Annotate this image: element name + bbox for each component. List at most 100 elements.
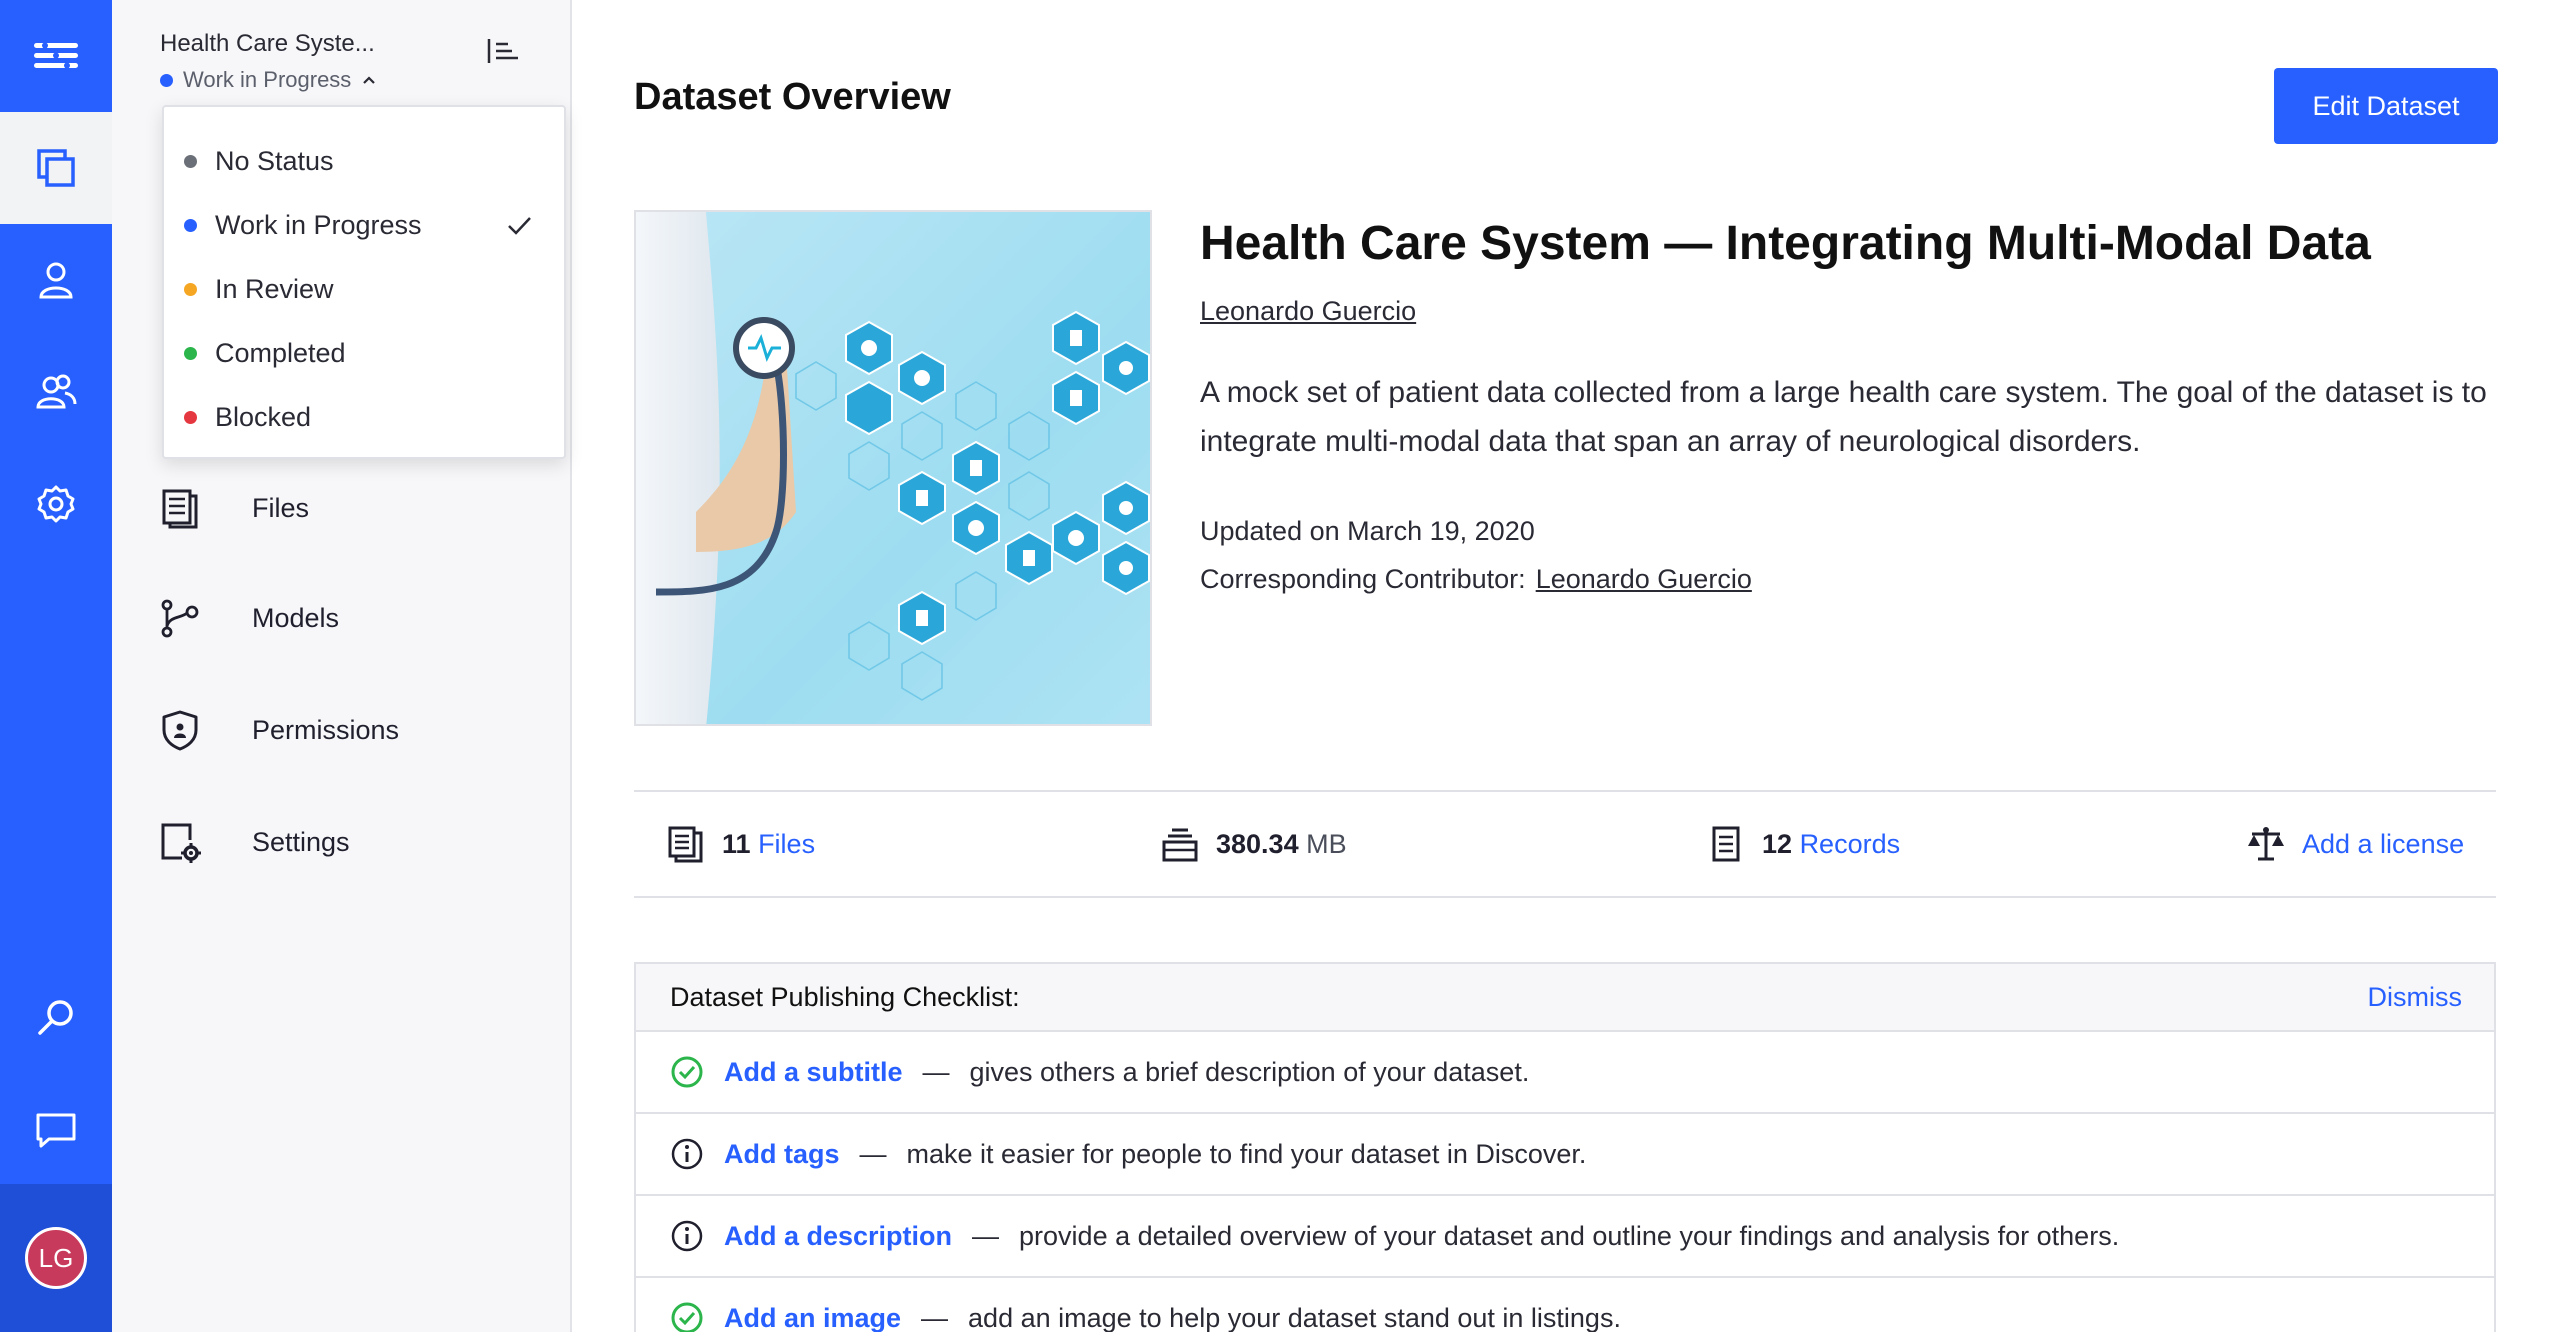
checklist-separator: — <box>921 1302 949 1332</box>
sidebar-item-settings[interactable]: Settings <box>158 812 538 872</box>
checklist-title: Dataset Publishing Checklist: <box>670 981 1020 1012</box>
size-value: 380.34 <box>1216 828 1299 859</box>
updated-date: Updated on March 19, 2020 <box>1200 516 1535 546</box>
dataset-description: A mock set of patient data collected fro… <box>1200 376 2487 458</box>
status-dot <box>184 282 197 296</box>
gear-icon <box>37 485 75 523</box>
add-description-link[interactable]: Add a description <box>724 1221 952 1252</box>
checklist-row: Add a subtitle — gives others a brief de… <box>636 1032 2494 1114</box>
checklist-text: add an image to help your dataset stand … <box>968 1302 1621 1332</box>
page-title: Dataset Overview <box>634 76 951 118</box>
sidebar-item-label: Files <box>252 492 310 523</box>
check-circle-icon <box>671 1056 703 1088</box>
check-circle-icon <box>671 1302 703 1332</box>
stat-files[interactable]: 11 Files <box>666 792 815 896</box>
status-option-no-status[interactable]: No Status <box>184 133 554 189</box>
status-option-label: No Status <box>215 145 334 176</box>
user-avatar[interactable]: LG <box>25 1227 87 1289</box>
status-dot <box>160 73 173 87</box>
checklist-text: make it easier for people to find your d… <box>906 1138 1587 1169</box>
status-option-completed[interactable]: Completed <box>184 325 554 381</box>
checklist-text: gives others a brief description of your… <box>969 1056 1530 1087</box>
logo-grid-icon <box>34 42 78 69</box>
edit-dataset-button[interactable]: Edit Dataset <box>2274 68 2498 144</box>
rail-teams-button[interactable] <box>0 336 112 448</box>
rail-user-area: LG <box>0 1184 112 1332</box>
dataset-banner-image <box>634 210 1152 726</box>
sidebar-item-files[interactable]: Files <box>158 478 538 538</box>
person-icon <box>39 262 73 299</box>
sidebar-dataset-title: Health Care Syste... <box>160 30 375 57</box>
files-icon <box>668 826 703 863</box>
sidebar-item-label: Models <box>252 602 340 633</box>
rail-settings-button[interactable] <box>0 448 112 560</box>
files-label: Files <box>758 828 816 859</box>
app-logo-icon[interactable] <box>0 0 112 112</box>
status-option-label: Blocked <box>215 401 312 432</box>
checklist-row: Add tags — make it easier for people to … <box>636 1114 2494 1196</box>
status-dot <box>184 218 197 232</box>
files-count: 11 <box>722 828 751 859</box>
status-option-label: In Review <box>215 273 334 304</box>
records-icon <box>1712 826 1740 862</box>
contributor-label: Corresponding Contributor: <box>1200 564 1526 594</box>
dataset-name: Health Care System — Integrating Multi-M… <box>1200 217 2371 270</box>
status-dot <box>184 346 197 360</box>
people-icon <box>36 374 77 409</box>
chat-icon <box>36 1113 76 1148</box>
scales-icon <box>2248 827 2284 861</box>
files-icon <box>162 489 198 529</box>
checklist-text: provide a detailed overview of your data… <box>1019 1220 2120 1251</box>
add-subtitle-link[interactable]: Add a subtitle <box>724 1057 903 1088</box>
size-unit: MB <box>1306 828 1347 859</box>
rail-search-button[interactable] <box>0 962 112 1074</box>
status-label: Work in Progress <box>183 67 352 92</box>
dismiss-link[interactable]: Dismiss <box>2368 982 2463 1013</box>
add-tags-link[interactable]: Add tags <box>724 1139 840 1170</box>
status-option-label: Completed <box>215 337 346 368</box>
stat-size: 380.34 MB <box>1160 792 1347 896</box>
records-count: 12 <box>1762 828 1793 859</box>
status-dropdown-menu: No Status Work in Progress In Review Com… <box>162 105 566 459</box>
storage-icon <box>1162 828 1198 862</box>
chevron-up-icon <box>363 76 376 84</box>
author-link[interactable]: Leonardo Guercio <box>1200 296 1416 327</box>
dataset-stats-bar: 11 Files 380.34 MB 12 Records Add a lice… <box>634 790 2496 898</box>
checkmark-icon <box>508 217 531 235</box>
contributor-link[interactable]: Leonardo Guercio <box>1536 564 1752 594</box>
medical-hexagon-illustration <box>636 212 1150 724</box>
sidebar-item-models[interactable]: Models <box>158 588 538 648</box>
shield-icon <box>162 710 198 751</box>
records-label: Records <box>1799 828 1901 859</box>
add-license-label: Add a license <box>2302 828 2465 859</box>
rail-profile-button[interactable] <box>0 224 112 336</box>
models-branch-icon <box>161 599 199 638</box>
stat-records[interactable]: 12 Records <box>1706 792 1900 896</box>
checklist-separator: — <box>859 1138 887 1169</box>
publishing-checklist: Dataset Publishing Checklist: Dismiss Ad… <box>634 962 2496 1332</box>
sidebar-item-label: Permissions <box>252 714 400 745</box>
sidebar-item-label: Settings <box>252 826 350 857</box>
rail-feedback-button[interactable] <box>0 1074 112 1186</box>
settings-page-icon <box>161 823 201 863</box>
rail-datasets-button[interactable] <box>0 112 112 224</box>
corresponding-contributor: Corresponding Contributor: Leonardo Guerc… <box>1200 564 1752 595</box>
add-license-link[interactable]: Add a license <box>2246 792 2464 896</box>
status-option-label: Work in Progress <box>215 209 422 240</box>
checklist-row: Add an image — add an image to help your… <box>636 1278 2494 1332</box>
datasets-icon <box>37 149 75 187</box>
search-icon <box>38 1000 73 1035</box>
info-circle-icon <box>671 1138 703 1170</box>
add-image-link[interactable]: Add an image <box>724 1303 901 1332</box>
app-rail: LG <box>0 0 112 1332</box>
status-option-work-in-progress[interactable]: Work in Progress <box>184 197 554 253</box>
status-option-blocked[interactable]: Blocked <box>184 389 554 445</box>
sidebar-item-permissions[interactable]: Permissions <box>158 700 538 760</box>
status-option-in-review[interactable]: In Review <box>184 261 554 317</box>
status-selector[interactable]: Work in Progress <box>160 67 377 93</box>
collapse-sidebar-icon[interactable] <box>486 36 520 66</box>
status-dot <box>184 154 197 168</box>
checklist-header: Dataset Publishing Checklist: Dismiss <box>636 964 2494 1032</box>
checklist-separator: — <box>922 1056 950 1087</box>
checklist-separator: — <box>972 1220 1000 1251</box>
